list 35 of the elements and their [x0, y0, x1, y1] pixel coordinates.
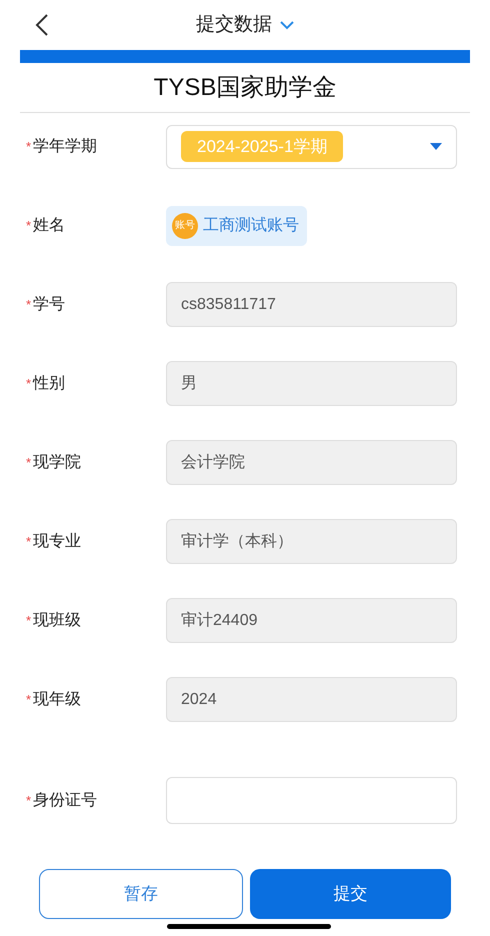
readonly-field: 审计24409 — [166, 598, 457, 643]
page-title: 提交数据 — [196, 12, 272, 37]
readonly-field: 2024 — [166, 677, 457, 722]
required-mark: * — [26, 138, 32, 156]
required-mark: * — [26, 532, 32, 551]
required-mark: * — [26, 690, 32, 709]
label-text: 学年学期 — [33, 136, 98, 156]
selected-value: 2024-2025-1学期 — [181, 130, 344, 162]
label-text: 学号 — [33, 294, 66, 314]
label-text: 姓名 — [33, 216, 66, 236]
label-text: 现年级 — [33, 690, 82, 710]
readonly-field: 审计学（本科） — [166, 519, 457, 564]
submit-button[interactable]: 提交 — [250, 869, 451, 919]
save-draft-button[interactable]: 暂存 — [39, 869, 242, 919]
form-title: TYSB国家助学金 — [154, 72, 336, 102]
label-text: 身份证号 — [33, 790, 98, 810]
label-text: 性别 — [33, 374, 66, 394]
dropdown-arrow-icon — [430, 143, 442, 150]
readonly-field: 会计学院 — [166, 440, 457, 485]
readonly-field: cs835811717 — [166, 282, 457, 327]
required-mark: * — [26, 612, 32, 630]
chevron-down-icon[interactable] — [280, 20, 294, 30]
required-mark: * — [26, 374, 32, 393]
user-name: 工商测试账号 — [203, 216, 299, 236]
label-text: 现班级 — [33, 610, 82, 630]
avatar: 账号 — [172, 212, 198, 238]
label-text: 现学院 — [33, 452, 82, 472]
label-text: 现专业 — [33, 532, 82, 552]
required-mark: * — [26, 792, 32, 810]
required-mark: * — [26, 454, 32, 472]
readonly-field: 男 — [166, 361, 457, 406]
required-mark: * — [26, 216, 32, 235]
back-icon[interactable] — [35, 13, 49, 37]
required-mark: * — [26, 296, 32, 314]
input-field[interactable] — [166, 777, 457, 824]
